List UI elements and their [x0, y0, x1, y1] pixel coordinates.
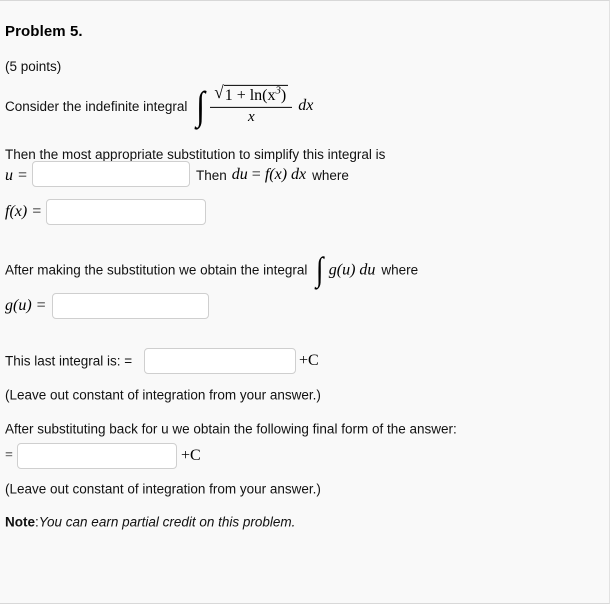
note-label: Note [5, 514, 35, 530]
leave-out-note-1: (Leave out constant of integration from … [5, 387, 321, 403]
fraction-numerator: √ 1 + ln(x3) [210, 82, 292, 107]
last-integral-line: This last integral is: = [5, 354, 132, 369]
gu-label-line: g(u) = [5, 297, 46, 315]
gu-input[interactable] [52, 293, 209, 319]
after-substitution-line: After making the substitution we obtain … [5, 251, 419, 289]
u-input[interactable] [32, 161, 190, 187]
where-text-1: where [312, 167, 349, 183]
u-input-line: u = [5, 167, 28, 185]
du-expression-line: Then du = f(x) dx where [196, 166, 349, 184]
radicand-close-paren: ) [280, 86, 287, 104]
final-equals-label: = [5, 448, 13, 463]
gu-label: g(u) = [5, 297, 47, 314]
radicand-expr: 1 + ln(x [224, 86, 276, 104]
consider-text: Consider the indefinite integral [5, 98, 188, 114]
plus-c-1: +C [299, 352, 319, 369]
final-answer-input[interactable] [17, 443, 177, 469]
fx-label-line: f(x) = [5, 203, 42, 221]
last-integral-input[interactable] [144, 348, 296, 374]
u-label: u = [5, 167, 28, 184]
after-substituting-back-line: After substituting back for u we obtain … [5, 422, 457, 437]
differential-dx: dx [298, 97, 314, 114]
fx-input[interactable] [46, 199, 206, 225]
integral-sign-icon-2: ∫ [316, 251, 324, 289]
after-substituting-back-text: After substituting back for u we obtain … [5, 421, 457, 437]
fx-label: f(x) = [5, 203, 42, 220]
gu-du-expression: g(u) du [328, 261, 376, 278]
radicand: 1 + ln(x3) [223, 84, 289, 106]
problem-page: Problem 5. (5 points) Consider the indef… [0, 0, 610, 604]
radical-icon: √ [214, 82, 224, 103]
page-title: Problem 5. [5, 23, 83, 40]
where-text-2: where [381, 262, 419, 278]
then-text: Then [196, 167, 227, 183]
leave-out-note-2: (Leave out constant of integration from … [5, 481, 321, 497]
integral-sign-icon: ∫ [196, 83, 206, 128]
after-substitution-text: After making the substitution we obtain … [5, 262, 308, 278]
final-answer-label-line: = [5, 448, 13, 464]
last-integral-label: This last integral is: = [5, 353, 133, 369]
du-symbol: du [231, 166, 248, 183]
du-equals: = [251, 166, 261, 183]
substitution-prompt: Then the most appropriate substitution t… [5, 147, 386, 162]
partial-credit-note: Note: You can earn partial credit on thi… [5, 515, 295, 530]
integral-statement-line: Consider the indefinite integral ∫ √ 1 +… [5, 82, 314, 128]
du-rhs: f(x) dx [264, 166, 307, 183]
fraction-denominator: x [247, 108, 255, 125]
points-label: (5 points) [5, 59, 62, 74]
plus-c-2: +C [181, 447, 201, 464]
integrand-fraction: √ 1 + ln(x3) x [210, 82, 293, 126]
note-body: You can earn partial credit on this prob… [38, 514, 296, 530]
radicand-text: 1 + ln(x3) [224, 85, 287, 104]
square-root-group: √ 1 + ln(x3) [214, 82, 289, 106]
